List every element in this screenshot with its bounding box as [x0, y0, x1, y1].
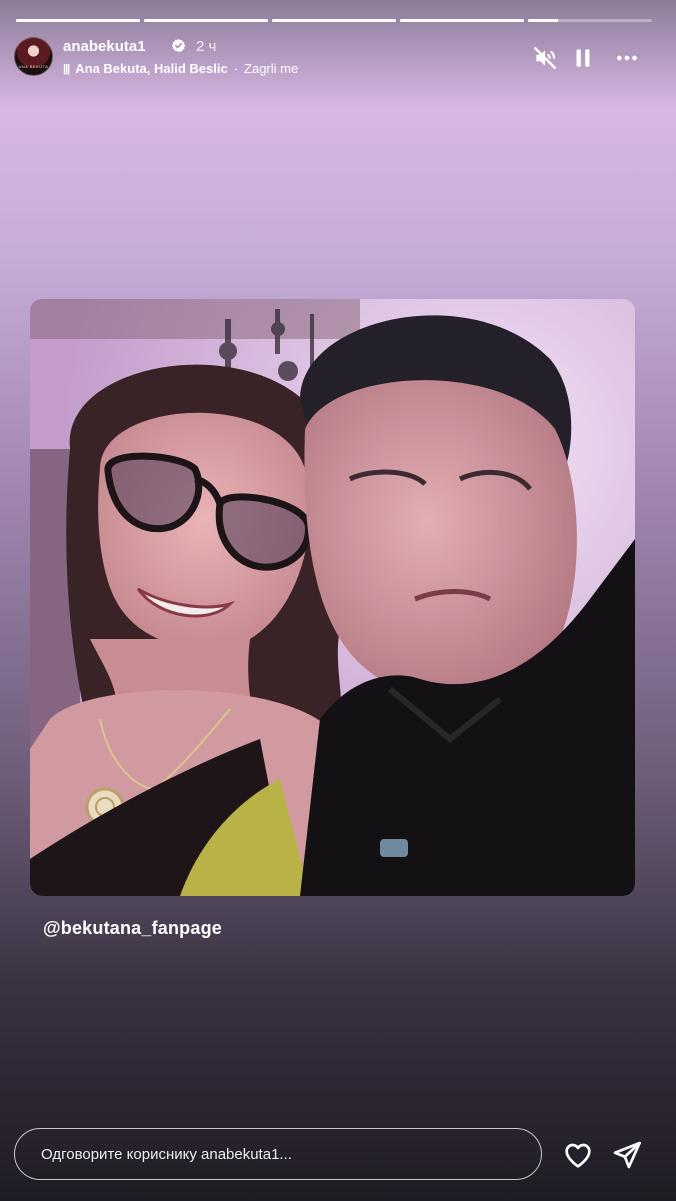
story-photo	[30, 299, 635, 896]
story-progress-segment	[400, 19, 524, 22]
reply-field[interactable]	[14, 1128, 542, 1180]
music-song: Zagrli me	[244, 61, 299, 76]
music-separator: ·	[233, 61, 239, 76]
story-progress-segment	[272, 19, 396, 22]
pause-icon[interactable]	[570, 45, 596, 71]
music-artists: Ana Bekuta, Halid Beslic	[75, 61, 228, 76]
avatar[interactable]: ANA BEKUTA	[14, 37, 53, 76]
avatar-logo-text: ANA BEKUTA	[18, 64, 49, 69]
reply-input[interactable]	[39, 1144, 523, 1164]
post-time: 2 ч	[196, 38, 217, 55]
story-progress-segment-current	[528, 19, 652, 22]
story-progress-bars	[16, 19, 652, 22]
music-info[interactable]: ||| Ana Bekuta, Halid Beslic · Zagrli me	[63, 61, 298, 76]
story-progress-segment	[16, 19, 140, 22]
verified-badge-icon	[171, 38, 186, 53]
music-bars-icon: |||	[63, 62, 70, 75]
story-header: ANA BEKUTA anabekuta1 2 ч ||| Ana Bekuta…	[14, 35, 656, 79]
heart-icon[interactable]	[562, 1139, 594, 1171]
more-options-icon[interactable]	[612, 45, 642, 71]
story-progress-segment	[144, 19, 268, 22]
muted-speaker-icon[interactable]	[532, 45, 558, 71]
send-icon[interactable]	[611, 1139, 643, 1171]
mention-tag[interactable]: @bekutana_fanpage	[43, 918, 222, 939]
username[interactable]: anabekuta1	[63, 38, 146, 55]
selfie-illustration	[30, 299, 635, 896]
